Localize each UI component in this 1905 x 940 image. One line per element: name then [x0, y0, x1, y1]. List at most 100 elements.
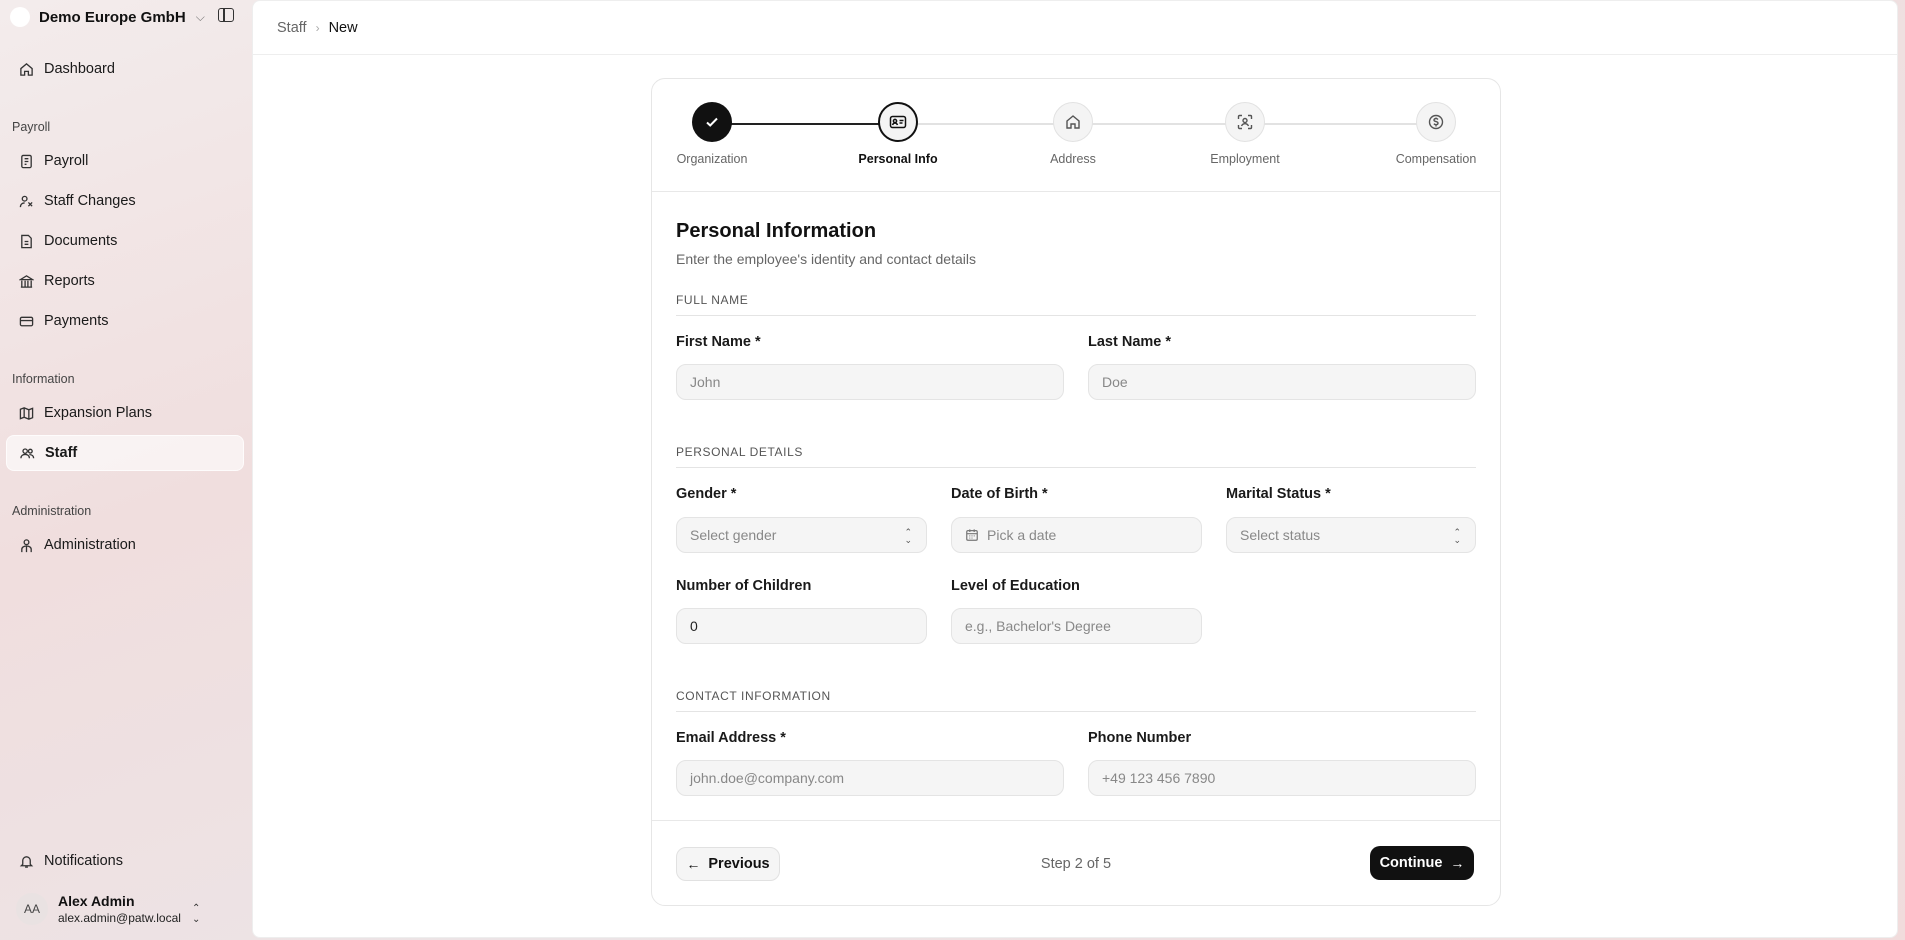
- org-name: Demo Europe GmbH: [39, 8, 186, 26]
- marital-status-value: Select status: [1240, 527, 1321, 543]
- breadcrumb-staff[interactable]: Staff: [277, 20, 307, 36]
- sidebar-item-payroll[interactable]: Payroll: [6, 143, 244, 179]
- sidebar-item-administration[interactable]: Administration: [6, 527, 244, 563]
- sidebar-item-reports[interactable]: Reports: [6, 263, 244, 299]
- users-icon: [19, 445, 35, 461]
- admin-user-icon: [18, 537, 34, 553]
- breadcrumb-current: New: [328, 19, 358, 36]
- section-label-information: Information: [12, 372, 75, 386]
- education-input[interactable]: e.g., Bachelor's Degree: [951, 608, 1202, 644]
- children-input[interactable]: 0: [676, 608, 927, 644]
- last-name-label: Last Name *: [1088, 334, 1172, 350]
- sidebar-item-staff-changes[interactable]: Staff Changes: [6, 183, 244, 219]
- sidebar-item-label: Staff: [45, 445, 78, 461]
- education-label: Level of Education: [951, 578, 1080, 594]
- user-email: alex.admin@patw.local: [58, 911, 181, 925]
- dob-label: Date of Birth *: [951, 486, 1048, 502]
- receipt-icon: [18, 153, 34, 169]
- wizard-footer: ← Previous Step 2 of 5 Continue →: [652, 820, 1500, 906]
- step-label: Organization: [676, 152, 748, 166]
- sidebar-item-label: Reports: [44, 273, 95, 289]
- phone-input[interactable]: +49 123 456 7890: [1088, 760, 1476, 796]
- check-icon: [692, 102, 732, 142]
- home-icon: [1053, 102, 1093, 142]
- sidebar-item-label: Payments: [44, 313, 109, 329]
- document-icon: [18, 233, 34, 249]
- user-change-icon: [18, 193, 34, 209]
- phone-label: Phone Number: [1088, 730, 1192, 746]
- sidebar-item-payments[interactable]: Payments: [6, 303, 244, 339]
- org-switcher[interactable]: Demo Europe GmbH ⌵: [10, 6, 240, 28]
- first-name-input[interactable]: John: [676, 364, 1064, 400]
- form-title: Personal Information: [676, 220, 877, 242]
- step-label: Personal Info: [858, 152, 938, 166]
- step-address[interactable]: Address: [1013, 102, 1133, 166]
- step-label: Compensation: [1395, 152, 1477, 166]
- section-label-payroll: Payroll: [12, 120, 51, 134]
- chevron-down-icon: ⌵: [195, 9, 205, 24]
- sidebar-item-documents[interactable]: Documents: [6, 223, 244, 259]
- chevron-updown-icon: ⌃ ⌄: [1453, 527, 1461, 545]
- sidebar-item-notifications[interactable]: Notifications: [6, 843, 244, 879]
- marital-status-select[interactable]: Select status ⌃ ⌄: [1226, 517, 1476, 553]
- user-name: Alex Admin: [58, 893, 135, 909]
- bank-icon: [18, 273, 34, 289]
- calendar-icon: [965, 528, 979, 542]
- section-heading-full-name: FULL NAME: [676, 293, 1476, 316]
- user-scan-icon: [1225, 102, 1265, 142]
- step-connector-todo: [898, 123, 1436, 125]
- sidebar-item-label: Payroll: [44, 153, 89, 169]
- step-label: Employment: [1210, 152, 1280, 166]
- sidebar: Demo Europe GmbH ⌵ Dashboard Payroll Pay…: [0, 0, 252, 940]
- main-content: Staff › New Organization Personal Info A…: [252, 0, 1898, 938]
- bell-icon: [18, 853, 34, 869]
- gender-label: Gender *: [676, 486, 737, 502]
- credit-card-icon: [18, 313, 34, 329]
- sidebar-item-expansion-plans[interactable]: Expansion Plans: [6, 395, 244, 431]
- section-heading-contact: CONTACT INFORMATION: [676, 689, 1476, 712]
- sidebar-item-label: Administration: [44, 537, 136, 553]
- dollar-circle-icon: [1416, 102, 1456, 142]
- section-label-administration: Administration: [12, 504, 92, 518]
- breadcrumb: Staff › New: [253, 1, 1897, 55]
- form-subtitle: Enter the employee's identity and contac…: [676, 251, 976, 267]
- marital-status-label: Marital Status *: [1226, 486, 1331, 502]
- step-organization[interactable]: Organization: [652, 102, 772, 166]
- step-label: Address: [1050, 152, 1096, 166]
- sidebar-item-staff[interactable]: Staff: [6, 435, 244, 471]
- id-card-icon: [878, 102, 918, 142]
- step-employment[interactable]: Employment: [1185, 102, 1305, 166]
- first-name-label: First Name *: [676, 334, 761, 350]
- continue-button-label: Continue: [1379, 855, 1443, 871]
- org-logo: [10, 7, 30, 27]
- breadcrumb-separator-icon: ›: [315, 20, 320, 35]
- sidebar-item-dashboard[interactable]: Dashboard: [6, 51, 244, 87]
- stepper: Organization Personal Info Address Emplo…: [652, 79, 1500, 192]
- arrow-right-icon: →: [1450, 855, 1465, 871]
- map-icon: [18, 405, 34, 421]
- continue-button[interactable]: Continue →: [1370, 846, 1474, 880]
- step-personal-info[interactable]: Personal Info: [838, 102, 958, 166]
- chevron-updown-icon: ⌃ ⌄: [192, 903, 201, 925]
- toggle-sidebar-icon[interactable]: [218, 8, 234, 22]
- sidebar-item-label: Documents: [44, 233, 118, 249]
- dob-datepicker[interactable]: Pick a date: [951, 517, 1202, 553]
- step-compensation[interactable]: Compensation: [1376, 102, 1496, 166]
- sidebar-item-label: Staff Changes: [44, 193, 136, 209]
- avatar: AA: [16, 893, 48, 925]
- email-input[interactable]: john.doe@company.com: [676, 760, 1064, 796]
- gender-select-value: Select gender: [690, 527, 777, 543]
- section-heading-personal-details: PERSONAL DETAILS: [676, 445, 1476, 468]
- wizard-card: Organization Personal Info Address Emplo…: [651, 78, 1501, 906]
- sidebar-item-label: Notifications: [44, 853, 123, 869]
- last-name-input[interactable]: Doe: [1088, 364, 1476, 400]
- gender-select[interactable]: Select gender ⌃ ⌄: [676, 517, 927, 553]
- user-menu[interactable]: AA Alex Admin alex.admin@patw.local ⌃ ⌄: [16, 893, 206, 925]
- email-label: Email Address *: [676, 730, 786, 746]
- sidebar-item-label: Expansion Plans: [44, 405, 153, 421]
- chevron-updown-icon: ⌃ ⌄: [904, 527, 912, 545]
- sidebar-item-label: Dashboard: [44, 61, 115, 77]
- home-icon: [18, 61, 34, 77]
- dob-placeholder: Pick a date: [987, 527, 1057, 543]
- children-label: Number of Children: [676, 578, 812, 594]
